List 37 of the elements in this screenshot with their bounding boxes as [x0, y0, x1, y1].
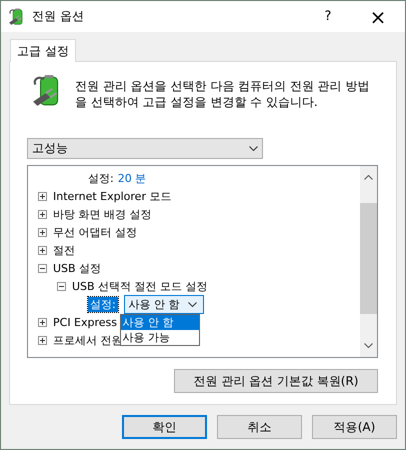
dialog-button[interactable]: 취소 — [217, 415, 302, 439]
close-button[interactable]: × — [351, 2, 405, 32]
restore-defaults-button[interactable]: 전원 관리 옵션 기본값 복원(R) — [174, 369, 378, 393]
collapse-icon[interactable] — [38, 264, 47, 272]
caret-icon — [188, 302, 197, 306]
dialog-button[interactable]: 적용(A) — [312, 415, 397, 439]
expand-icon[interactable] — [38, 336, 47, 344]
scrollbar-thumb[interactable] — [360, 203, 377, 314]
tree-item[interactable]: 무선 어댑터 설정 — [53, 224, 137, 240]
description-text: 전원 관리 옵션을 선택한 다음 컴퓨터의 전원 관리 방법을 선택하여 고급 설정을 변경할 수 있습니다. — [75, 78, 371, 110]
collapse-icon[interactable] — [57, 282, 66, 290]
scrollbar[interactable] — [360, 166, 377, 357]
plan-dropdown[interactable]: 고성능 — [27, 138, 263, 159]
scroll-down-icon[interactable] — [364, 343, 373, 348]
scroll-up-icon[interactable] — [364, 175, 373, 180]
tree-item[interactable]: 바탕 화면 배경 설정 — [53, 206, 152, 222]
tree-item[interactable]: USB 선택적 절전 모드 설정 — [72, 278, 208, 294]
setting-value[interactable]: 20 분 — [118, 170, 146, 186]
dialog-button[interactable]: 확인 — [122, 415, 207, 439]
dropdown-option[interactable]: 사용 안 함 — [120, 314, 199, 330]
tab[interactable]: 고급 설정 — [10, 39, 76, 62]
tree-item[interactable]: Internet Explorer 모드 — [53, 188, 172, 204]
expand-icon[interactable] — [38, 210, 47, 218]
tree-item[interactable]: USB 설정 — [53, 260, 102, 276]
tree-item[interactable]: 절전 — [53, 242, 75, 258]
setting-label: 설정: — [88, 170, 114, 186]
setting-dropdown[interactable]: 사용 안 함 — [124, 294, 204, 314]
expand-icon[interactable] — [38, 318, 47, 326]
expand-icon[interactable] — [38, 192, 47, 200]
window-title: 전원 옵션 — [32, 8, 85, 25]
caret-icon — [249, 146, 258, 151]
tree-item[interactable]: PCI Express — [53, 316, 118, 328]
dropdown-option[interactable]: 사용 가능 — [120, 330, 199, 344]
setting-label: 설정: — [88, 296, 118, 312]
expand-icon[interactable] — [38, 246, 47, 254]
help-button[interactable]: ? — [305, 2, 351, 32]
expand-icon[interactable] — [38, 228, 47, 236]
